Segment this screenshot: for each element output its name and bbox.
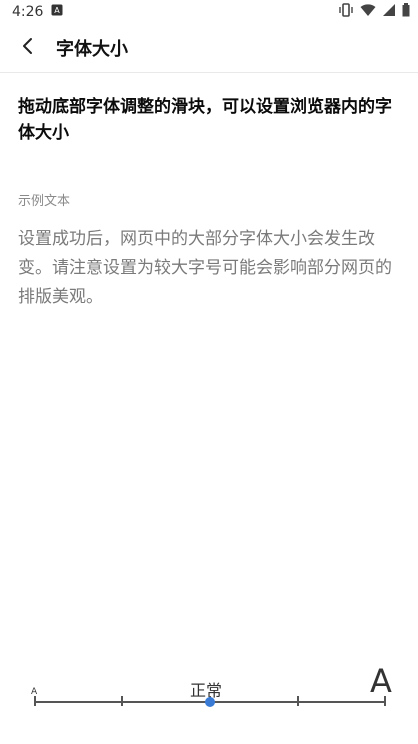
slider-tick[interactable] [297,696,299,706]
slider-tick[interactable] [384,696,386,706]
headline-text: 拖动底部字体调整的滑块，可以设置浏览器内的字体大小 [18,97,392,143]
signal-icon [382,3,396,21]
back-button[interactable] [0,24,56,72]
font-size-slider[interactable]: A 正常 A [0,662,418,722]
status-bar: 4:26 A [0,0,418,24]
wifi-icon [360,3,376,21]
status-right [338,3,418,21]
section-label: 示例文本 [18,194,71,209]
slider-tick[interactable] [121,696,123,706]
slider-tick[interactable] [34,696,36,706]
vibrate-icon [338,3,354,21]
page-title: 字体大小 [56,39,128,60]
sample-text: 设置成功后，网页中的大部分字体大小会发生改变。请注意设置为较大字号可能会影响部分… [18,229,392,307]
svg-text:A: A [55,6,61,15]
status-left: 4:26 A [0,4,63,20]
slider-thumb[interactable] [205,697,215,707]
back-arrow-icon [21,37,35,59]
app-bar: 字体大小 [0,24,418,73]
large-size-label: A [370,662,392,700]
battery-icon [402,3,410,21]
content: 拖动底部字体调整的滑块，可以设置浏览器内的字体大小 示例文本 设置成功后，网页中… [18,94,400,312]
notification-a-icon: A [51,4,63,20]
status-time: 4:26 [12,4,44,20]
